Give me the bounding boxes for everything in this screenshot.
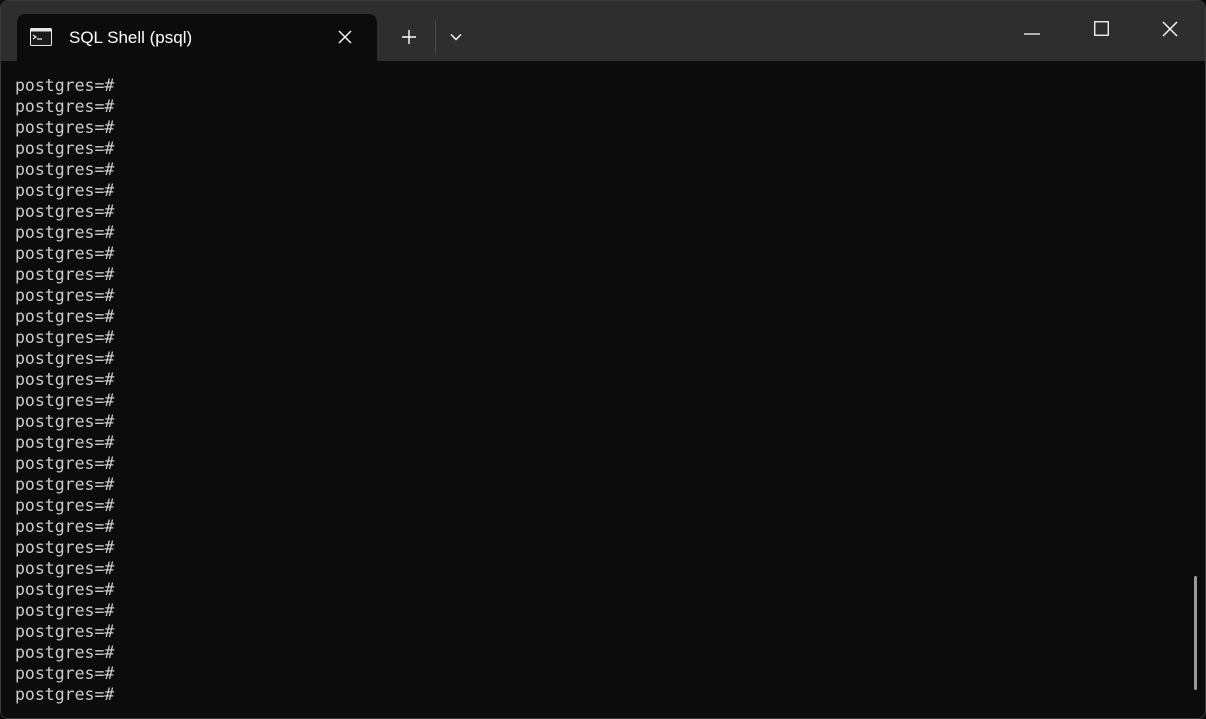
terminal-line: postgres=# <box>15 181 115 200</box>
terminal-line: postgres=# <box>15 244 115 263</box>
terminal-line: postgres=# <box>15 433 115 452</box>
console-icon <box>30 28 52 46</box>
terminal-line: postgres=# <box>15 265 115 284</box>
terminal-line: postgres=# <box>15 643 115 662</box>
terminal-line: postgres=# <box>15 391 115 410</box>
terminal-output[interactable]: postgres=# postgres=# postgres=# postgres=#… <box>1 62 1193 718</box>
tab-sql-shell[interactable]: SQL Shell (psql) <box>17 14 377 62</box>
terminal-line: postgres=# <box>15 307 115 326</box>
close-window-button[interactable] <box>1136 1 1204 61</box>
close-icon <box>1162 21 1178 42</box>
tab-separator <box>435 21 436 54</box>
terminal-line: postgres=# <box>15 139 115 158</box>
terminal-line: postgres=# <box>15 412 115 431</box>
minimize-button[interactable] <box>998 1 1066 61</box>
terminal-line: postgres=# <box>15 370 115 389</box>
terminal-line: postgres=# <box>15 475 115 494</box>
terminal-line: postgres=# <box>15 559 115 578</box>
terminal-line: postgres=# <box>15 622 115 641</box>
terminal-line: postgres=# <box>15 685 115 704</box>
terminal-line: postgres=# <box>15 97 115 116</box>
terminal-line: postgres=# <box>15 538 115 557</box>
terminal-line: postgres=# <box>15 454 115 473</box>
terminal-line: postgres=# <box>15 349 115 368</box>
terminal-line: postgres=# <box>15 202 115 221</box>
terminal-line: postgres=# <box>15 286 115 305</box>
terminal-line: postgres=# <box>15 517 115 536</box>
terminal-line: postgres=# <box>15 76 115 95</box>
terminal-line: postgres=# <box>15 580 115 599</box>
tab-title: SQL Shell (psql) <box>69 28 193 47</box>
title-bar[interactable]: SQL Shell (psql) <box>1 1 1205 62</box>
maximize-button[interactable] <box>1067 1 1135 61</box>
maximize-icon <box>1093 21 1109 41</box>
terminal-line: postgres=# <box>15 223 115 242</box>
close-icon[interactable] <box>334 26 356 48</box>
minimize-icon <box>1024 22 1040 40</box>
terminal-line: postgres=# <box>15 160 115 179</box>
scrollbar-thumb[interactable] <box>1194 576 1197 690</box>
scrollbar[interactable] <box>1193 62 1205 718</box>
terminal-line: postgres=# <box>15 328 115 347</box>
terminal-line: postgres=# <box>15 496 115 515</box>
plus-icon[interactable] <box>393 21 425 53</box>
chevron-down-icon[interactable] <box>441 21 471 53</box>
terminal-line: postgres=# <box>15 601 115 620</box>
terminal-line: postgres=# <box>15 118 115 137</box>
terminal-window: SQL Shell (psql) postgres=# postgres=# p… <box>0 0 1206 719</box>
terminal-line: postgres=# <box>15 664 115 683</box>
